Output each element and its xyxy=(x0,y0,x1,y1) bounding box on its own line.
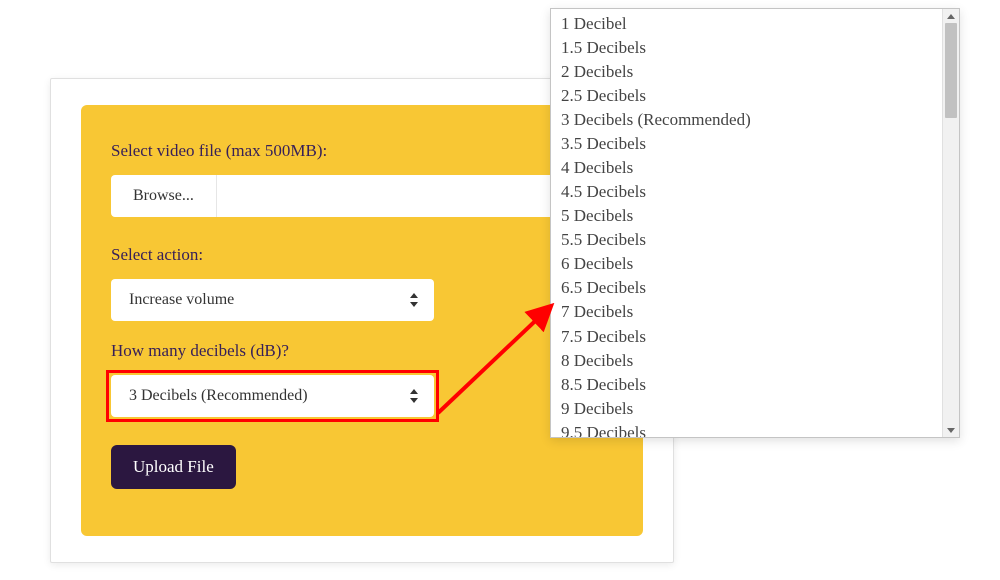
scrollbar-thumb[interactable] xyxy=(945,23,957,118)
decibel-select-highlighted: 3 Decibels (Recommended) xyxy=(111,375,613,417)
file-label: Select video file (max 500MB): xyxy=(111,141,613,161)
scroll-down-icon[interactable] xyxy=(943,423,959,437)
upload-button[interactable]: Upload File xyxy=(111,445,236,489)
decibel-dropdown-popup: 1 Decibel1.5 Decibels2 Decibels2.5 Decib… xyxy=(550,8,960,438)
dropdown-option[interactable]: 9 Decibels xyxy=(551,396,942,420)
dropdown-option[interactable]: 1 Decibel xyxy=(551,11,942,35)
dropdown-option[interactable]: 6.5 Decibels xyxy=(551,276,942,300)
dropdown-option[interactable]: 7 Decibels xyxy=(551,300,942,324)
decibel-select-value: 3 Decibels (Recommended) xyxy=(111,375,434,417)
dropdown-option[interactable]: 8 Decibels xyxy=(551,348,942,372)
action-select-value: Increase volume xyxy=(111,279,434,321)
dropdown-option[interactable]: 4 Decibels xyxy=(551,155,942,179)
decibel-select[interactable]: 3 Decibels (Recommended) xyxy=(111,375,434,417)
dropdown-option[interactable]: 4.5 Decibels xyxy=(551,180,942,204)
dropdown-option[interactable]: 6 Decibels xyxy=(551,252,942,276)
dropdown-option[interactable]: 7.5 Decibels xyxy=(551,324,942,348)
file-picker[interactable]: Browse... xyxy=(111,175,613,217)
scroll-up-icon[interactable] xyxy=(943,9,959,23)
dropdown-option[interactable]: 1.5 Decibels xyxy=(551,35,942,59)
dropdown-option[interactable]: 5.5 Decibels xyxy=(551,228,942,252)
action-label: Select action: xyxy=(111,245,613,265)
dropdown-list[interactable]: 1 Decibel1.5 Decibels2 Decibels2.5 Decib… xyxy=(551,9,942,437)
action-select[interactable]: Increase volume xyxy=(111,279,434,321)
dropdown-option[interactable]: 9.5 Decibels xyxy=(551,420,942,437)
dropdown-option[interactable]: 3 Decibels (Recommended) xyxy=(551,107,942,131)
decibel-label: How many decibels (dB)? xyxy=(111,341,613,361)
dropdown-option[interactable]: 3.5 Decibels xyxy=(551,131,942,155)
browse-button[interactable]: Browse... xyxy=(111,175,217,217)
dropdown-option[interactable]: 2 Decibels xyxy=(551,59,942,83)
dropdown-option[interactable]: 8.5 Decibels xyxy=(551,372,942,396)
scrollbar[interactable] xyxy=(942,9,959,437)
dropdown-option[interactable]: 5 Decibels xyxy=(551,204,942,228)
dropdown-option[interactable]: 2.5 Decibels xyxy=(551,83,942,107)
